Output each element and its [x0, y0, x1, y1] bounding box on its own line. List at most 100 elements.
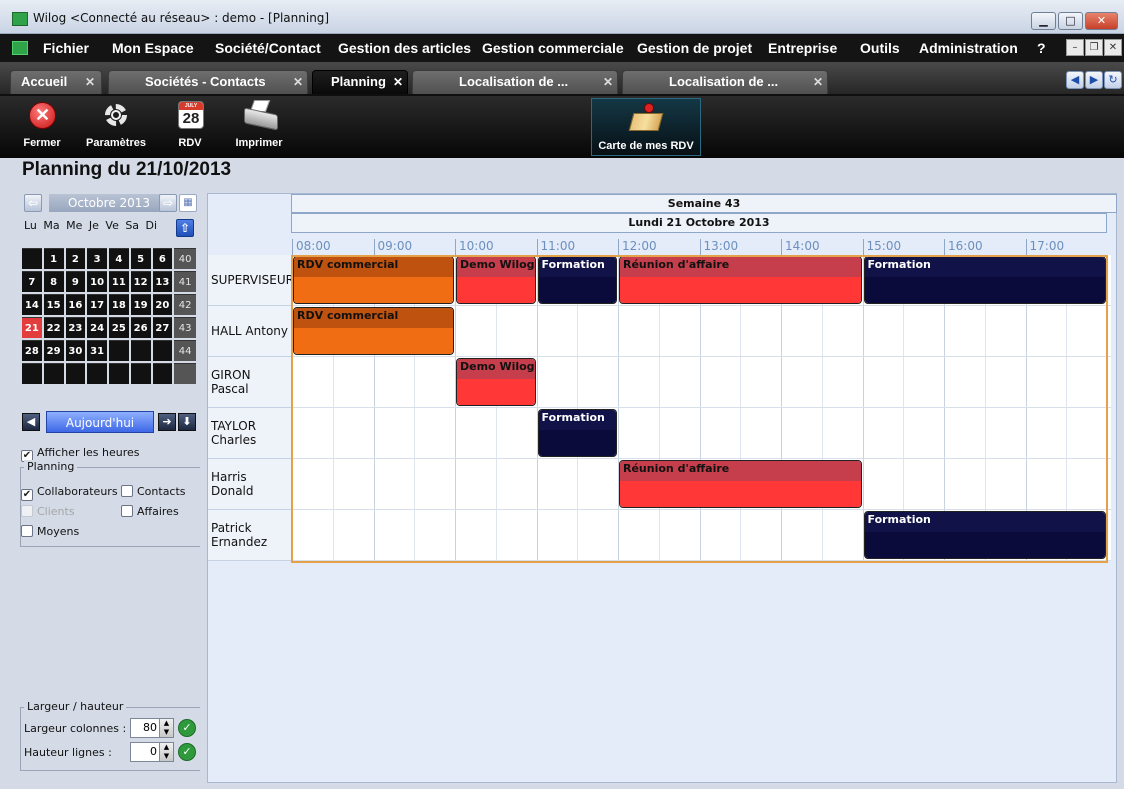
- appointment[interactable]: Formation: [863, 256, 1106, 304]
- tab-close-icon[interactable]: ✕: [813, 71, 823, 93]
- calendar-day[interactable]: 13: [152, 271, 173, 292]
- confirm-height-icon[interactable]: ✓: [178, 743, 196, 761]
- calendar-up-icon[interactable]: ⇧: [176, 219, 194, 237]
- calendar-month[interactable]: Octobre 2013: [49, 194, 169, 212]
- next-month-icon[interactable]: ⇨: [159, 194, 177, 212]
- appointment[interactable]: Formation: [863, 511, 1106, 559]
- calendar-day[interactable]: [152, 340, 173, 361]
- tab-close-icon[interactable]: ✕: [393, 71, 403, 93]
- calendar-day[interactable]: 1: [43, 248, 64, 269]
- calendar-day[interactable]: 24: [87, 317, 107, 338]
- calendar-day[interactable]: 17: [87, 294, 107, 315]
- prev-month-icon[interactable]: ⇦: [24, 194, 42, 212]
- calendar-day[interactable]: 15: [43, 294, 64, 315]
- calendar-day[interactable]: 26: [130, 317, 151, 338]
- calendar-day[interactable]: 31: [87, 340, 107, 361]
- menu-gestion-commerciale[interactable]: Gestion commerciale: [482, 40, 624, 56]
- menu-gestion-projet[interactable]: Gestion de projet: [637, 40, 752, 56]
- calendar-day[interactable]: 20: [152, 294, 173, 315]
- calendar-day[interactable]: 9: [65, 271, 86, 292]
- tab-close-icon[interactable]: ✕: [293, 71, 303, 93]
- menu-outils[interactable]: Outils: [860, 40, 900, 56]
- close-window-button[interactable]: ✕: [1085, 12, 1118, 30]
- calendar-day[interactable]: 22: [43, 317, 64, 338]
- prev-week-icon[interactable]: ◀: [22, 413, 40, 431]
- next-week-icon[interactable]: ➜: [158, 413, 176, 431]
- calendar-day[interactable]: 4: [109, 248, 129, 269]
- calendar-day[interactable]: 6: [152, 248, 173, 269]
- appointment[interactable]: RDV commercial: [293, 307, 454, 355]
- tab-planning[interactable]: Planning ✕: [312, 70, 408, 94]
- collaborateurs-checkbox[interactable]: ✔ Collaborateurs: [21, 485, 118, 501]
- calendar-day[interactable]: 3: [87, 248, 107, 269]
- affaires-checkbox[interactable]: Affaires: [121, 505, 179, 518]
- rdv-button[interactable]: JULY 28 RDV: [170, 100, 210, 156]
- planning-row[interactable]: [292, 408, 1111, 459]
- planning-row[interactable]: [292, 357, 1111, 408]
- calendar-day[interactable]: 12: [130, 271, 151, 292]
- appointment[interactable]: Demo Wilog: [456, 358, 536, 406]
- print-button[interactable]: Imprimer: [230, 100, 288, 156]
- stepper-arrows-icon[interactable]: ▲ ▼: [159, 743, 173, 761]
- settings-button[interactable]: Paramètres: [78, 100, 154, 156]
- calendar-day[interactable]: [22, 363, 42, 384]
- menu-help[interactable]: ?: [1037, 40, 1046, 56]
- calendar-day[interactable]: 5: [130, 248, 151, 269]
- calendar-picker-icon[interactable]: ▦: [179, 194, 197, 212]
- moyens-checkbox[interactable]: Moyens: [21, 525, 79, 538]
- contacts-checkbox[interactable]: Contacts: [121, 485, 186, 498]
- appointment[interactable]: Réunion d'affaire: [619, 256, 862, 304]
- tab-prev-icon[interactable]: ◀: [1066, 71, 1084, 89]
- calendar-day[interactable]: [130, 363, 151, 384]
- tab-societes-contacts[interactable]: Sociétés - Contacts ✕: [108, 70, 308, 94]
- calendar-day[interactable]: 28: [22, 340, 42, 361]
- calendar-day[interactable]: 2: [65, 248, 86, 269]
- appointment[interactable]: Réunion d'affaire: [619, 460, 862, 508]
- appointment[interactable]: RDV commercial: [293, 256, 454, 304]
- menu-entreprise[interactable]: Entreprise: [768, 40, 837, 56]
- calendar-day[interactable]: [22, 248, 42, 269]
- calendar-day-selected[interactable]: 21: [22, 317, 42, 338]
- calendar-day[interactable]: 7: [22, 271, 42, 292]
- calendar-day[interactable]: 14: [22, 294, 42, 315]
- appointment[interactable]: Demo Wilog: [456, 256, 536, 304]
- appointment[interactable]: Formation: [537, 256, 617, 304]
- width-stepper[interactable]: 80 ▲ ▼: [130, 718, 174, 738]
- tab-close-icon[interactable]: ✕: [603, 71, 613, 93]
- calendar-day[interactable]: [152, 363, 173, 384]
- calendar-day[interactable]: [87, 363, 107, 384]
- menu-gestion-articles[interactable]: Gestion des articles: [338, 40, 471, 56]
- refresh-icon[interactable]: ↻: [1104, 71, 1122, 89]
- confirm-width-icon[interactable]: ✓: [178, 719, 196, 737]
- calendar-day[interactable]: 16: [65, 294, 86, 315]
- calendar-day[interactable]: 18: [109, 294, 129, 315]
- calendar-day[interactable]: 23: [65, 317, 86, 338]
- tab-accueil[interactable]: Accueil ✕: [10, 70, 102, 94]
- stepper-arrows-icon[interactable]: ▲ ▼: [159, 719, 173, 737]
- height-stepper[interactable]: 0 ▲ ▼: [130, 742, 174, 762]
- tab-localisation-1[interactable]: Localisation de ... ✕: [412, 70, 618, 94]
- menu-mon-espace[interactable]: Mon Espace: [112, 40, 194, 56]
- minimize-button[interactable]: ▁: [1031, 12, 1056, 30]
- maximize-button[interactable]: □: [1058, 12, 1083, 30]
- close-button[interactable]: ✕ Fermer: [20, 100, 64, 156]
- calendar-day[interactable]: 19: [130, 294, 151, 315]
- menu-societe-contact[interactable]: Société/Contact: [215, 40, 321, 56]
- down-icon[interactable]: ⬇: [178, 413, 196, 431]
- calendar-day[interactable]: 11: [109, 271, 129, 292]
- mdi-minimize-button[interactable]: –: [1066, 39, 1084, 56]
- appointment[interactable]: Formation: [537, 409, 617, 457]
- menu-fichier[interactable]: Fichier: [43, 40, 89, 56]
- today-button[interactable]: Aujourd'hui: [46, 411, 154, 433]
- mdi-restore-button[interactable]: ❐: [1085, 39, 1103, 56]
- calendar-day[interactable]: 8: [43, 271, 64, 292]
- calendar-day[interactable]: [65, 363, 86, 384]
- calendar-day[interactable]: 27: [152, 317, 173, 338]
- tab-close-icon[interactable]: ✕: [85, 71, 95, 93]
- calendar-day[interactable]: [130, 340, 151, 361]
- menu-administration[interactable]: Administration: [919, 40, 1018, 56]
- tab-next-icon[interactable]: ▶: [1085, 71, 1103, 89]
- mdi-close-button[interactable]: ✕: [1104, 39, 1122, 56]
- map-rdv-button[interactable]: Carte de mes RDV: [591, 98, 701, 156]
- calendar-day[interactable]: 30: [65, 340, 86, 361]
